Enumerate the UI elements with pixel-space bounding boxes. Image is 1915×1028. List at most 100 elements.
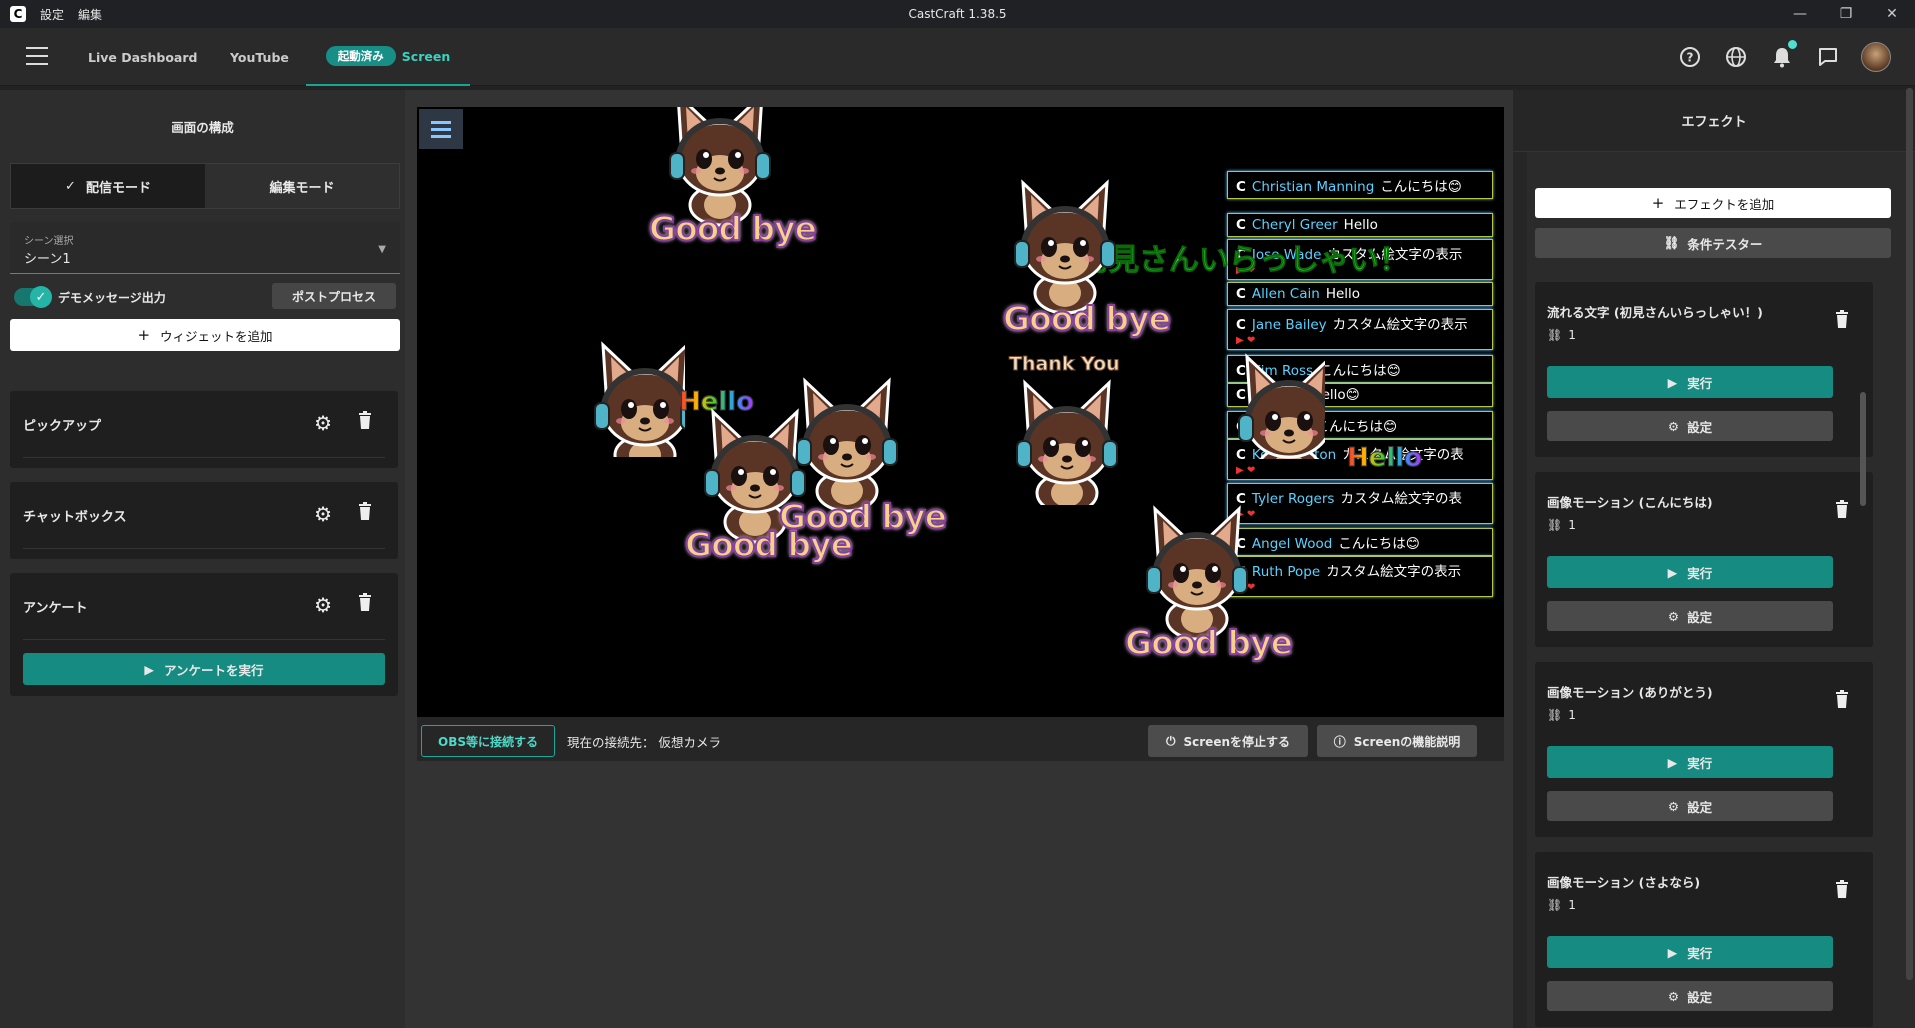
gear-icon: ⚙ <box>1667 608 1680 624</box>
app-logo: C <box>10 6 26 22</box>
demo-message-toggle[interactable]: ✓ デモメッセージ出力 <box>14 284 166 310</box>
stream-mode-button[interactable]: ✓ 配信モード <box>11 164 205 208</box>
chat-message: こんにちは😊 <box>1338 536 1420 552</box>
effect-settings-button[interactable]: ⚙ 設定 <box>1547 601 1833 631</box>
dog-sticker-image <box>1007 375 1119 505</box>
effect-title: 画像モーション (ありがとう) <box>1547 685 1713 700</box>
play-icon: ▶ <box>1667 944 1678 960</box>
link-icon: ⛓ <box>1547 898 1563 912</box>
chat-message: Hello <box>1343 217 1378 233</box>
link-count: 1 <box>1568 328 1576 342</box>
chat-message-row: C Angel Wood こんにちは😊 <box>1227 528 1493 556</box>
effect-card: 流れる文字 (初見さんいらっしゃい！) ⛓ 1 ▶ 実行 ⚙ 設定 <box>1535 282 1873 457</box>
check-icon: ✓ <box>30 286 52 308</box>
add-widget-button[interactable]: + ウィジェットを追加 <box>10 319 400 351</box>
link-count: 1 <box>1568 708 1576 722</box>
run-effect-button[interactable]: ▶ 実行 <box>1547 366 1833 398</box>
condition-tester-button[interactable]: ⛓ 条件テスター <box>1535 228 1891 258</box>
tab-screen[interactable]: 起動済み Screen <box>306 28 470 86</box>
tab-live-dashboard[interactable]: Live Dashboard <box>88 28 197 86</box>
gear-icon[interactable]: ⚙ <box>314 502 332 526</box>
chat-bubble-icon[interactable] <box>1815 44 1841 70</box>
effects-scrollbar-thumb[interactable] <box>1860 392 1866 506</box>
chat-author: Tyler Rogers <box>1251 491 1335 507</box>
mode-switch: ✓ 配信モード 編集モード <box>10 163 400 209</box>
stream-mode-label: 配信モード <box>85 180 151 196</box>
play-icon: ▶ <box>1667 754 1678 770</box>
stop-screen-label: Screenを停止する <box>1183 734 1291 749</box>
add-effect-button[interactable]: + エフェクトを追加 <box>1535 188 1891 218</box>
close-button[interactable]: ✕ <box>1869 0 1915 28</box>
effect-card: 画像モーション (さよなら) ⛓ 1 ▶ 実行 ⚙ 設定 <box>1535 852 1873 1027</box>
chat-author: Christian Manning <box>1251 179 1375 195</box>
stop-screen-button[interactable]: ⏻ Screenを停止する <box>1148 725 1308 757</box>
dog-sticker-image <box>1229 349 1325 459</box>
hamburger-menu-icon[interactable] <box>26 47 48 65</box>
trash-icon[interactable] <box>358 411 372 429</box>
goodbye-text: Good bye <box>1124 622 1294 663</box>
trash-icon[interactable] <box>1835 310 1849 332</box>
thank-you-text: Thank You <box>1009 353 1121 376</box>
scene-select[interactable]: シーン選択 シーン1 ▼ <box>10 222 400 274</box>
run-survey-button[interactable]: ▶ アンケートを実行 <box>23 653 385 685</box>
connect-obs-button[interactable]: OBS等に接続する <box>421 725 555 757</box>
chat-message-row: C Christian Manning こんにちは😊 <box>1227 171 1493 199</box>
edit-mode-button[interactable]: 編集モード <box>205 164 399 208</box>
chat-message-row: C Tyler Rogers カスタム絵文字の表 ▶ ❤ <box>1227 483 1493 524</box>
link-icon: ⛓ <box>1547 708 1563 722</box>
svg-text:?: ? <box>1687 51 1694 65</box>
menu-settings[interactable]: 設定 <box>40 6 64 23</box>
screen-preview-canvas: C Christian Manning こんにちは😊 C Cheryl Greer Hel… <box>417 107 1504 717</box>
trash-icon[interactable] <box>1835 500 1849 522</box>
postprocess-button[interactable]: ポストプロセス <box>272 283 396 309</box>
gear-icon[interactable]: ⚙ <box>314 411 332 435</box>
trash-icon[interactable] <box>1835 690 1849 712</box>
run-effect-button[interactable]: ▶ 実行 <box>1547 746 1833 778</box>
effect-link-count: ⛓ 1 <box>1547 708 1576 722</box>
menu-edit[interactable]: 編集 <box>78 6 102 23</box>
trash-icon[interactable] <box>358 593 372 611</box>
effect-settings-button[interactable]: ⚙ 設定 <box>1547 981 1833 1011</box>
stage-menu-icon[interactable] <box>419 109 463 149</box>
widget-name: ピックアップ <box>23 419 102 434</box>
effect-card: 画像モーション (ありがとう) ⛓ 1 ▶ 実行 ⚙ 設定 <box>1535 662 1873 837</box>
chevron-down-icon: ▼ <box>378 244 386 255</box>
tab-youtube[interactable]: YouTube <box>230 28 289 86</box>
run-effect-button[interactable]: ▶ 実行 <box>1547 936 1833 968</box>
screen-help-button[interactable]: ⓘ Screenの機能説明 <box>1317 725 1477 757</box>
scene-config-panel: 画面の構成 ✓ 配信モード 編集モード シーン選択 シーン1 ▼ ✓ デモメッセー… <box>0 90 405 1028</box>
trash-icon[interactable] <box>1835 880 1849 902</box>
run-effect-button[interactable]: ▶ 実行 <box>1547 556 1833 588</box>
power-icon: ⏻ <box>1166 733 1176 748</box>
effect-card: 画像モーション (こんにちは) ⛓ 1 ▶ 実行 ⚙ 設定 <box>1535 472 1873 647</box>
play-icon: ▶ <box>1667 564 1678 580</box>
chat-message-row: CRuth Popeカスタム絵文字の表示▶ ❤ <box>1227 556 1493 597</box>
gear-icon[interactable]: ⚙ <box>314 593 332 617</box>
effect-settings-button[interactable]: ⚙ 設定 <box>1547 411 1833 441</box>
top-nav: Live Dashboard YouTube 起動済み Screen ? <box>0 28 1915 86</box>
link-icon: ⛓ <box>1663 235 1680 250</box>
chat-message-row: C Jane Bailey カスタム絵文字の表示 ▶ ❤ <box>1227 309 1493 350</box>
add-effect-label: エフェクトを追加 <box>1674 196 1775 212</box>
widget-card-chatbox: チャットボックス ⚙ <box>10 482 398 559</box>
trash-icon[interactable] <box>358 502 372 520</box>
chat-author: Ruth Pope <box>1251 564 1321 580</box>
minimize-button[interactable]: — <box>1777 0 1823 28</box>
settings-label: 設定 <box>1687 989 1713 1005</box>
window-scrollbar[interactable] <box>1906 88 1913 980</box>
divider <box>23 639 385 640</box>
notification-dot <box>1788 40 1797 49</box>
user-avatar[interactable] <box>1861 42 1891 72</box>
gear-icon: ⚙ <box>1667 988 1680 1004</box>
effect-settings-button[interactable]: ⚙ 設定 <box>1547 791 1833 821</box>
play-icon: ▶ <box>144 661 155 677</box>
globe-icon[interactable] <box>1723 44 1749 70</box>
help-circle-icon[interactable]: ? <box>1677 44 1703 70</box>
chat-message: こんにちは😊 <box>1315 419 1398 435</box>
restore-button[interactable]: ❐ <box>1823 0 1869 28</box>
run-label: 実行 <box>1687 945 1713 961</box>
gear-icon: ⚙ <box>1667 798 1680 814</box>
bell-icon[interactable] <box>1769 40 1797 70</box>
effect-title: 画像モーション (こんにちは) <box>1547 495 1713 510</box>
toggle-switch[interactable]: ✓ <box>14 286 52 308</box>
